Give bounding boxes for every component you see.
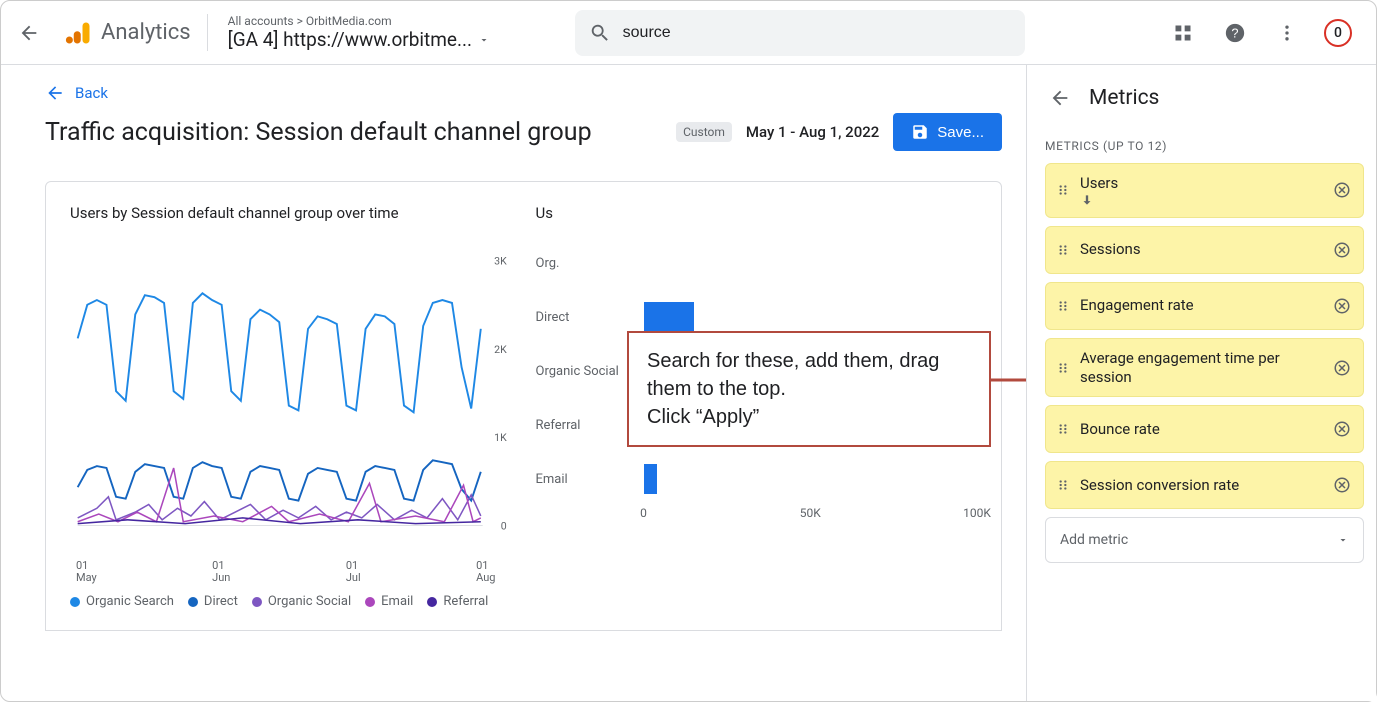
svg-text:1K: 1K (494, 431, 507, 444)
remove-metric-button[interactable] (1331, 474, 1353, 496)
panel-back-button[interactable] (1045, 83, 1075, 113)
arrow-back-icon (18, 22, 40, 44)
brand: Analytics (57, 19, 199, 47)
account-property-picker[interactable]: All accounts > OrbitMedia.com [GA 4] htt… (207, 14, 547, 51)
line-chart-legend: Organic Search Direct Organic Social Ema… (70, 594, 512, 609)
analytics-logo-icon (65, 19, 93, 47)
sort-desc-icon (1080, 193, 1094, 207)
close-circle-icon (1333, 359, 1351, 377)
main-area: Back Traffic acquisition: Session defaul… (1, 65, 1026, 701)
help-button[interactable]: ? (1220, 18, 1250, 48)
metric-item[interactable]: Session conversion rate (1045, 461, 1364, 509)
notifications-badge[interactable]: 0 (1324, 19, 1352, 47)
brand-title: Analytics (101, 20, 191, 45)
svg-text:2K: 2K (494, 343, 507, 356)
metric-name: Session conversion rate (1080, 476, 1321, 495)
arrow-back-icon (45, 83, 65, 103)
topbar: Analytics All accounts > OrbitMedia.com … (1, 1, 1376, 65)
drag-handle-icon[interactable] (1056, 299, 1070, 313)
save-icon (911, 123, 929, 141)
search-input[interactable] (623, 24, 1011, 42)
annotation-arrow-icon (991, 373, 1026, 387)
help-icon: ? (1224, 22, 1246, 44)
search-icon (589, 22, 611, 44)
browser-back-button[interactable] (9, 13, 49, 53)
line-chart-plot: 3K 2K 1K 0 (70, 236, 512, 556)
metric-item[interactable]: Users (1045, 163, 1364, 218)
annotation-text: Search for these, add them, drag them to… (647, 350, 939, 428)
metric-item[interactable]: Average engagement time per session (1045, 338, 1364, 398)
apps-grid-button[interactable] (1168, 18, 1198, 48)
add-metric-button[interactable]: Add metric (1045, 517, 1364, 563)
more-vert-icon (1277, 23, 1297, 43)
search-bar[interactable] (575, 10, 1025, 56)
back-label: Back (75, 84, 108, 102)
metric-item[interactable]: Engagement rate (1045, 282, 1364, 330)
arrow-back-icon (1049, 87, 1071, 109)
remove-metric-button[interactable] (1331, 179, 1353, 201)
svg-text:3K: 3K (494, 255, 507, 268)
bar-chart-title: Us (536, 204, 978, 222)
bar-row: Org. (536, 236, 978, 290)
metric-item[interactable]: Sessions (1045, 226, 1364, 274)
drag-handle-icon[interactable] (1056, 361, 1070, 375)
panel-title: Metrics (1089, 86, 1159, 110)
remove-metric-button[interactable] (1331, 357, 1353, 379)
notif-count: 0 (1334, 25, 1342, 41)
date-range[interactable]: May 1 - Aug 1, 2022 (746, 123, 879, 141)
apps-grid-icon (1173, 23, 1193, 43)
metric-name: Bounce rate (1080, 420, 1321, 439)
drag-handle-icon[interactable] (1056, 422, 1070, 436)
remove-metric-button[interactable] (1331, 239, 1353, 261)
remove-metric-button[interactable] (1331, 418, 1353, 440)
metric-name: Engagement rate (1080, 296, 1321, 315)
drag-handle-icon[interactable] (1056, 478, 1070, 492)
metric-item[interactable]: Bounce rate (1045, 405, 1364, 453)
line-chart-title: Users by Session default channel group o… (70, 204, 512, 222)
metrics-list: Users Sessions Engagement rate Average eng… (1045, 163, 1364, 509)
dropdown-caret-icon (478, 34, 490, 46)
dropdown-caret-icon (1337, 534, 1349, 546)
close-circle-icon (1333, 181, 1351, 199)
close-circle-icon (1333, 476, 1351, 494)
metric-name: Sessions (1080, 240, 1321, 259)
more-menu-button[interactable] (1272, 18, 1302, 48)
tutorial-annotation: Search for these, add them, drag them to… (627, 331, 991, 447)
bar-row: Email (536, 452, 978, 506)
line-chart-x-axis: 01May 01Jun 01Jul 01Aug (70, 560, 512, 584)
date-range-badge: Custom (676, 122, 732, 142)
drag-handle-icon[interactable] (1056, 243, 1070, 257)
account-property-name: [GA 4] https://www.orbitme... (228, 28, 472, 51)
save-label: Save... (937, 124, 984, 141)
svg-text:0: 0 (501, 519, 507, 532)
metric-name: Average engagement time per session (1080, 349, 1321, 387)
svg-text:?: ? (1231, 25, 1238, 40)
account-breadcrumb: All accounts > OrbitMedia.com (228, 14, 527, 28)
bar-chart-x-axis: 0 50K 100K (644, 506, 978, 526)
close-circle-icon (1333, 297, 1351, 315)
save-button[interactable]: Save... (893, 113, 1002, 151)
page-title: Traffic acquisition: Session default cha… (45, 118, 592, 147)
metrics-panel: Metrics METRICS (UP TO 12) Users Session… (1026, 65, 1376, 701)
back-link[interactable]: Back (45, 83, 108, 103)
remove-metric-button[interactable] (1331, 295, 1353, 317)
close-circle-icon (1333, 241, 1351, 259)
metric-name: Users (1080, 174, 1321, 207)
drag-handle-icon[interactable] (1056, 183, 1070, 197)
line-chart: Users by Session default channel group o… (70, 204, 512, 614)
topbar-right: ? 0 (1168, 18, 1368, 48)
add-metric-label: Add metric (1060, 532, 1128, 548)
close-circle-icon (1333, 420, 1351, 438)
metrics-section-label: METRICS (UP TO 12) (1045, 139, 1364, 153)
